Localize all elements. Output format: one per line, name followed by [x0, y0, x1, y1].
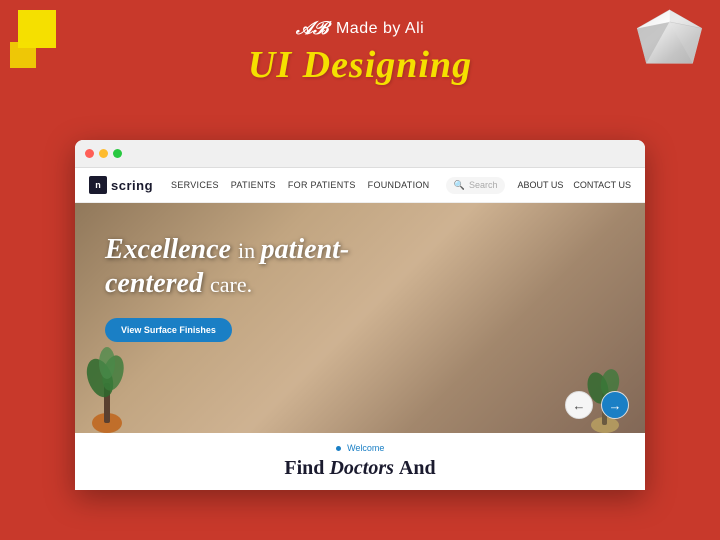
hero-title-care: care.: [210, 272, 252, 297]
browser-chrome: [75, 140, 645, 168]
cta-button[interactable]: View Surface Finishes: [105, 318, 232, 342]
browser-dot-close[interactable]: [85, 149, 94, 158]
below-hero-section: Welcome Find Doctors And: [75, 433, 645, 490]
welcome-text-label: Welcome: [347, 443, 384, 453]
page-title: UI Designing: [0, 43, 720, 87]
prev-arrow-button[interactable]: ←: [565, 391, 593, 419]
nav-about-us[interactable]: ABOUT US: [517, 180, 563, 190]
nav-right: 🔍 Search ABOUT US CONTACT US: [446, 177, 631, 194]
nav-right-links: ABOUT US CONTACT US: [517, 180, 631, 190]
find-title-and: And: [399, 457, 436, 479]
plant-left-icon: [85, 343, 130, 433]
hero-section: Excellence in patient- centered care. Vi…: [75, 203, 645, 433]
page-header: 𝒜ℬ Made by Ali UI Designing: [0, 18, 720, 87]
hero-content: Excellence in patient- centered care. Vi…: [105, 233, 615, 342]
made-by-label: Made by Ali: [336, 20, 424, 38]
welcome-dot: [336, 446, 341, 451]
find-title-doctors: Doctors: [329, 457, 398, 479]
welcome-label: Welcome: [95, 443, 625, 453]
find-title-find: Find: [284, 457, 324, 479]
hero-title-centered: centered: [105, 268, 203, 299]
browser-dot-minimize[interactable]: [99, 149, 108, 158]
hero-title-in: in: [238, 238, 261, 263]
site-logo: n scring: [89, 176, 153, 194]
site-name: scring: [111, 178, 153, 193]
hero-title: Excellence in patient- centered care.: [105, 233, 425, 300]
search-box[interactable]: 🔍 Search: [446, 177, 506, 194]
site-navbar: n scring SERVICES PATIENTS FOR PATIENTS …: [75, 168, 645, 203]
search-placeholder: Search: [469, 180, 498, 190]
nav-links: SERVICES PATIENTS FOR PATIENTS FOUNDATIO…: [171, 180, 446, 190]
hero-title-excellence: Excellence: [105, 234, 231, 265]
carousel-arrows: ← →: [565, 391, 629, 419]
next-arrow-button[interactable]: →: [601, 391, 629, 419]
hero-title-patient: patient-: [261, 234, 350, 265]
nav-contact-us[interactable]: CONTACT US: [573, 180, 631, 190]
browser-dot-maximize[interactable]: [113, 149, 122, 158]
find-title: Find Doctors And: [95, 457, 625, 480]
logo-box-icon: n: [89, 176, 107, 194]
browser-mockup: n scring SERVICES PATIENTS FOR PATIENTS …: [75, 140, 645, 490]
author-logo-icon: 𝒜ℬ: [296, 18, 328, 39]
nav-patients[interactable]: PATIENTS: [231, 180, 276, 190]
search-icon: 🔍: [454, 180, 465, 191]
nav-for-patients[interactable]: FOR PATIENTS: [288, 180, 356, 190]
logo-letter: n: [95, 180, 101, 190]
nav-foundation[interactable]: FOUNDATION: [368, 180, 430, 190]
made-by-row: 𝒜ℬ Made by Ali: [0, 18, 720, 39]
nav-services[interactable]: SERVICES: [171, 180, 219, 190]
